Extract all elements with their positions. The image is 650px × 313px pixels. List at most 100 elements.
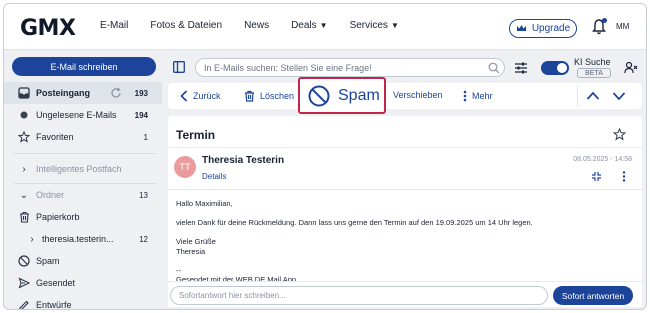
sidebar-item-count: 13 xyxy=(139,190,148,200)
prev-next-nav xyxy=(577,85,635,107)
delete-button[interactable]: Löschen xyxy=(244,90,294,102)
sidebar-item-ordner[interactable]: ⌄ Ordner 13 xyxy=(4,184,162,206)
back-button[interactable]: Zurück xyxy=(180,90,221,102)
sidebar-item-label: Posteingang xyxy=(36,88,91,98)
search-icon[interactable] xyxy=(488,62,500,74)
compose-button[interactable]: E-Mail schreiben xyxy=(12,57,156,76)
move-button[interactable]: Verschieben xyxy=(393,90,443,100)
filter-sliders-icon[interactable] xyxy=(514,61,528,75)
sidebar-item-papierkorb[interactable]: Papierkorb xyxy=(4,206,162,228)
sidebar-item-count: 193 xyxy=(134,88,148,98)
sidebar-item-gesendet[interactable]: Gesendet xyxy=(4,272,162,294)
sidebar-item-intelligentes-postfach[interactable]: › Intelligentes Postfach xyxy=(4,158,162,180)
trash-icon xyxy=(18,211,30,223)
fullscreen-icon[interactable] xyxy=(591,171,602,182)
user-remove-icon[interactable] xyxy=(624,61,638,75)
nav-deals-label: Deals xyxy=(291,20,317,31)
upgrade-label: Upgrade xyxy=(531,23,571,34)
email-date: 08.05.2025 - 14:58 xyxy=(573,156,632,163)
divider xyxy=(168,189,642,190)
nav-services-label: Services xyxy=(349,20,388,31)
sidebar-toggle-icon[interactable] xyxy=(173,61,185,73)
spam-icon xyxy=(18,255,30,267)
dot-icon xyxy=(18,109,30,121)
chevron-down-icon[interactable] xyxy=(612,90,626,102)
star-icon[interactable] xyxy=(613,128,626,141)
sidebar-item-label: Papierkorb xyxy=(36,212,80,222)
move-label: Verschieben xyxy=(393,90,443,100)
star-icon xyxy=(18,131,30,143)
send-icon xyxy=(18,277,30,289)
more-vertical-icon[interactable] xyxy=(622,171,626,182)
quick-reply-bar: Sofortantwort hier schreiben... Sofort a… xyxy=(168,281,642,307)
email-actionbar: Zurück Löschen Verschieben Mehr xyxy=(168,83,642,109)
chevron-left-icon xyxy=(180,90,188,102)
ki-search-toggle[interactable] xyxy=(541,61,569,75)
spam-label: Spam xyxy=(338,86,380,104)
notification-dot xyxy=(602,18,607,23)
divider xyxy=(168,147,642,148)
nav-fotos-dateien[interactable]: Fotos & Dateien xyxy=(150,20,222,31)
sidebar-item-count: 194 xyxy=(134,110,148,120)
crown-icon xyxy=(516,25,526,31)
sidebar-divider xyxy=(14,153,156,154)
user-avatar[interactable]: MM xyxy=(616,22,629,31)
nav-news[interactable]: News xyxy=(244,20,269,31)
sidebar-item-label: Favoriten xyxy=(36,132,74,142)
upgrade-button[interactable]: Upgrade xyxy=(509,19,577,38)
chevron-down-icon: ▼ xyxy=(319,21,328,30)
chevron-right-icon: › xyxy=(30,233,34,245)
ki-search-label: KI Suche xyxy=(574,57,611,67)
sidebar-item-spam[interactable]: Spam xyxy=(4,250,162,272)
sidebar-item-theresia[interactable]: › theresia.testerin... 12 xyxy=(4,228,162,250)
nav-services[interactable]: Services ▼ xyxy=(350,20,399,31)
sender-name: Theresia Testerin xyxy=(202,155,285,166)
email-body: Hallo Maximilian, vielen Dank für deine … xyxy=(176,199,533,284)
sidebar-item-posteingang[interactable]: Posteingang 193 xyxy=(4,82,162,104)
sidebar-item-entwuerfe[interactable]: Entwürfe xyxy=(4,294,162,310)
sidebar-item-ungelesene[interactable]: Ungelesene E-Mails 194 xyxy=(4,104,162,126)
main-nav: E-Mail Fotos & Dateien News Deals ▼ Servi… xyxy=(100,20,399,31)
chevron-right-icon: › xyxy=(22,163,26,175)
trash-icon xyxy=(245,90,254,102)
sidebar-item-label: Gesendet xyxy=(36,278,76,288)
spam-icon xyxy=(308,85,330,106)
sidebar-item-label: Entwürfe xyxy=(36,300,72,310)
chevron-down-icon: ▼ xyxy=(390,21,399,30)
quick-reply-button[interactable]: Sofort antworten xyxy=(553,286,633,305)
gmx-logo[interactable]: GMX xyxy=(20,16,76,41)
email-view: Termin TT Theresia Testerin Details 08.0… xyxy=(168,116,642,307)
search-input[interactable]: In E-Mails suchen: Stellen Sie eine Frag… xyxy=(195,58,505,77)
beta-badge: BETA xyxy=(577,68,611,78)
top-header: GMX E-Mail Fotos & Dateien News Deals ▼ S… xyxy=(4,4,646,50)
sidebar: E-Mail schreiben Posteingang 193 Ungeles… xyxy=(4,50,162,310)
refresh-icon[interactable] xyxy=(110,87,122,99)
chevron-down-icon: ⌄ xyxy=(19,189,29,201)
pen-icon xyxy=(18,299,30,309)
sidebar-item-count: 12 xyxy=(139,234,148,244)
more-vertical-icon xyxy=(463,90,467,102)
gmx-mail-window: GMX E-Mail Fotos & Dateien News Deals ▼ S… xyxy=(3,3,647,310)
back-label: Zurück xyxy=(193,91,221,101)
quick-reply-placeholder: Sofortantwort hier schreiben... xyxy=(179,291,286,300)
nav-deals[interactable]: Deals ▼ xyxy=(291,20,328,31)
nav-email[interactable]: E-Mail xyxy=(100,20,128,31)
sidebar-item-count: 1 xyxy=(143,132,148,142)
chevron-up-icon[interactable] xyxy=(586,90,600,102)
details-link[interactable]: Details xyxy=(202,172,226,181)
more-button[interactable]: Mehr xyxy=(463,90,493,102)
sidebar-item-label: Spam xyxy=(36,256,60,266)
sidebar-item-label: theresia.testerin... xyxy=(42,234,114,244)
sidebar-item-label: Intelligentes Postfach xyxy=(36,164,122,174)
inbox-icon xyxy=(18,87,30,99)
sidebar-item-favoriten[interactable]: Favoriten 1 xyxy=(4,126,162,148)
search-placeholder: In E-Mails suchen: Stellen Sie eine Frag… xyxy=(204,62,372,73)
email-subject: Termin xyxy=(176,128,216,142)
delete-label: Löschen xyxy=(260,91,295,101)
sidebar-item-label: Ordner xyxy=(36,190,65,200)
quick-reply-input[interactable]: Sofortantwort hier schreiben... xyxy=(170,286,548,305)
more-label: Mehr xyxy=(472,91,493,101)
spam-button[interactable]: Spam xyxy=(298,77,386,114)
sidebar-item-label: Ungelesene E-Mails xyxy=(36,110,117,120)
sender-avatar: TT xyxy=(174,156,196,178)
